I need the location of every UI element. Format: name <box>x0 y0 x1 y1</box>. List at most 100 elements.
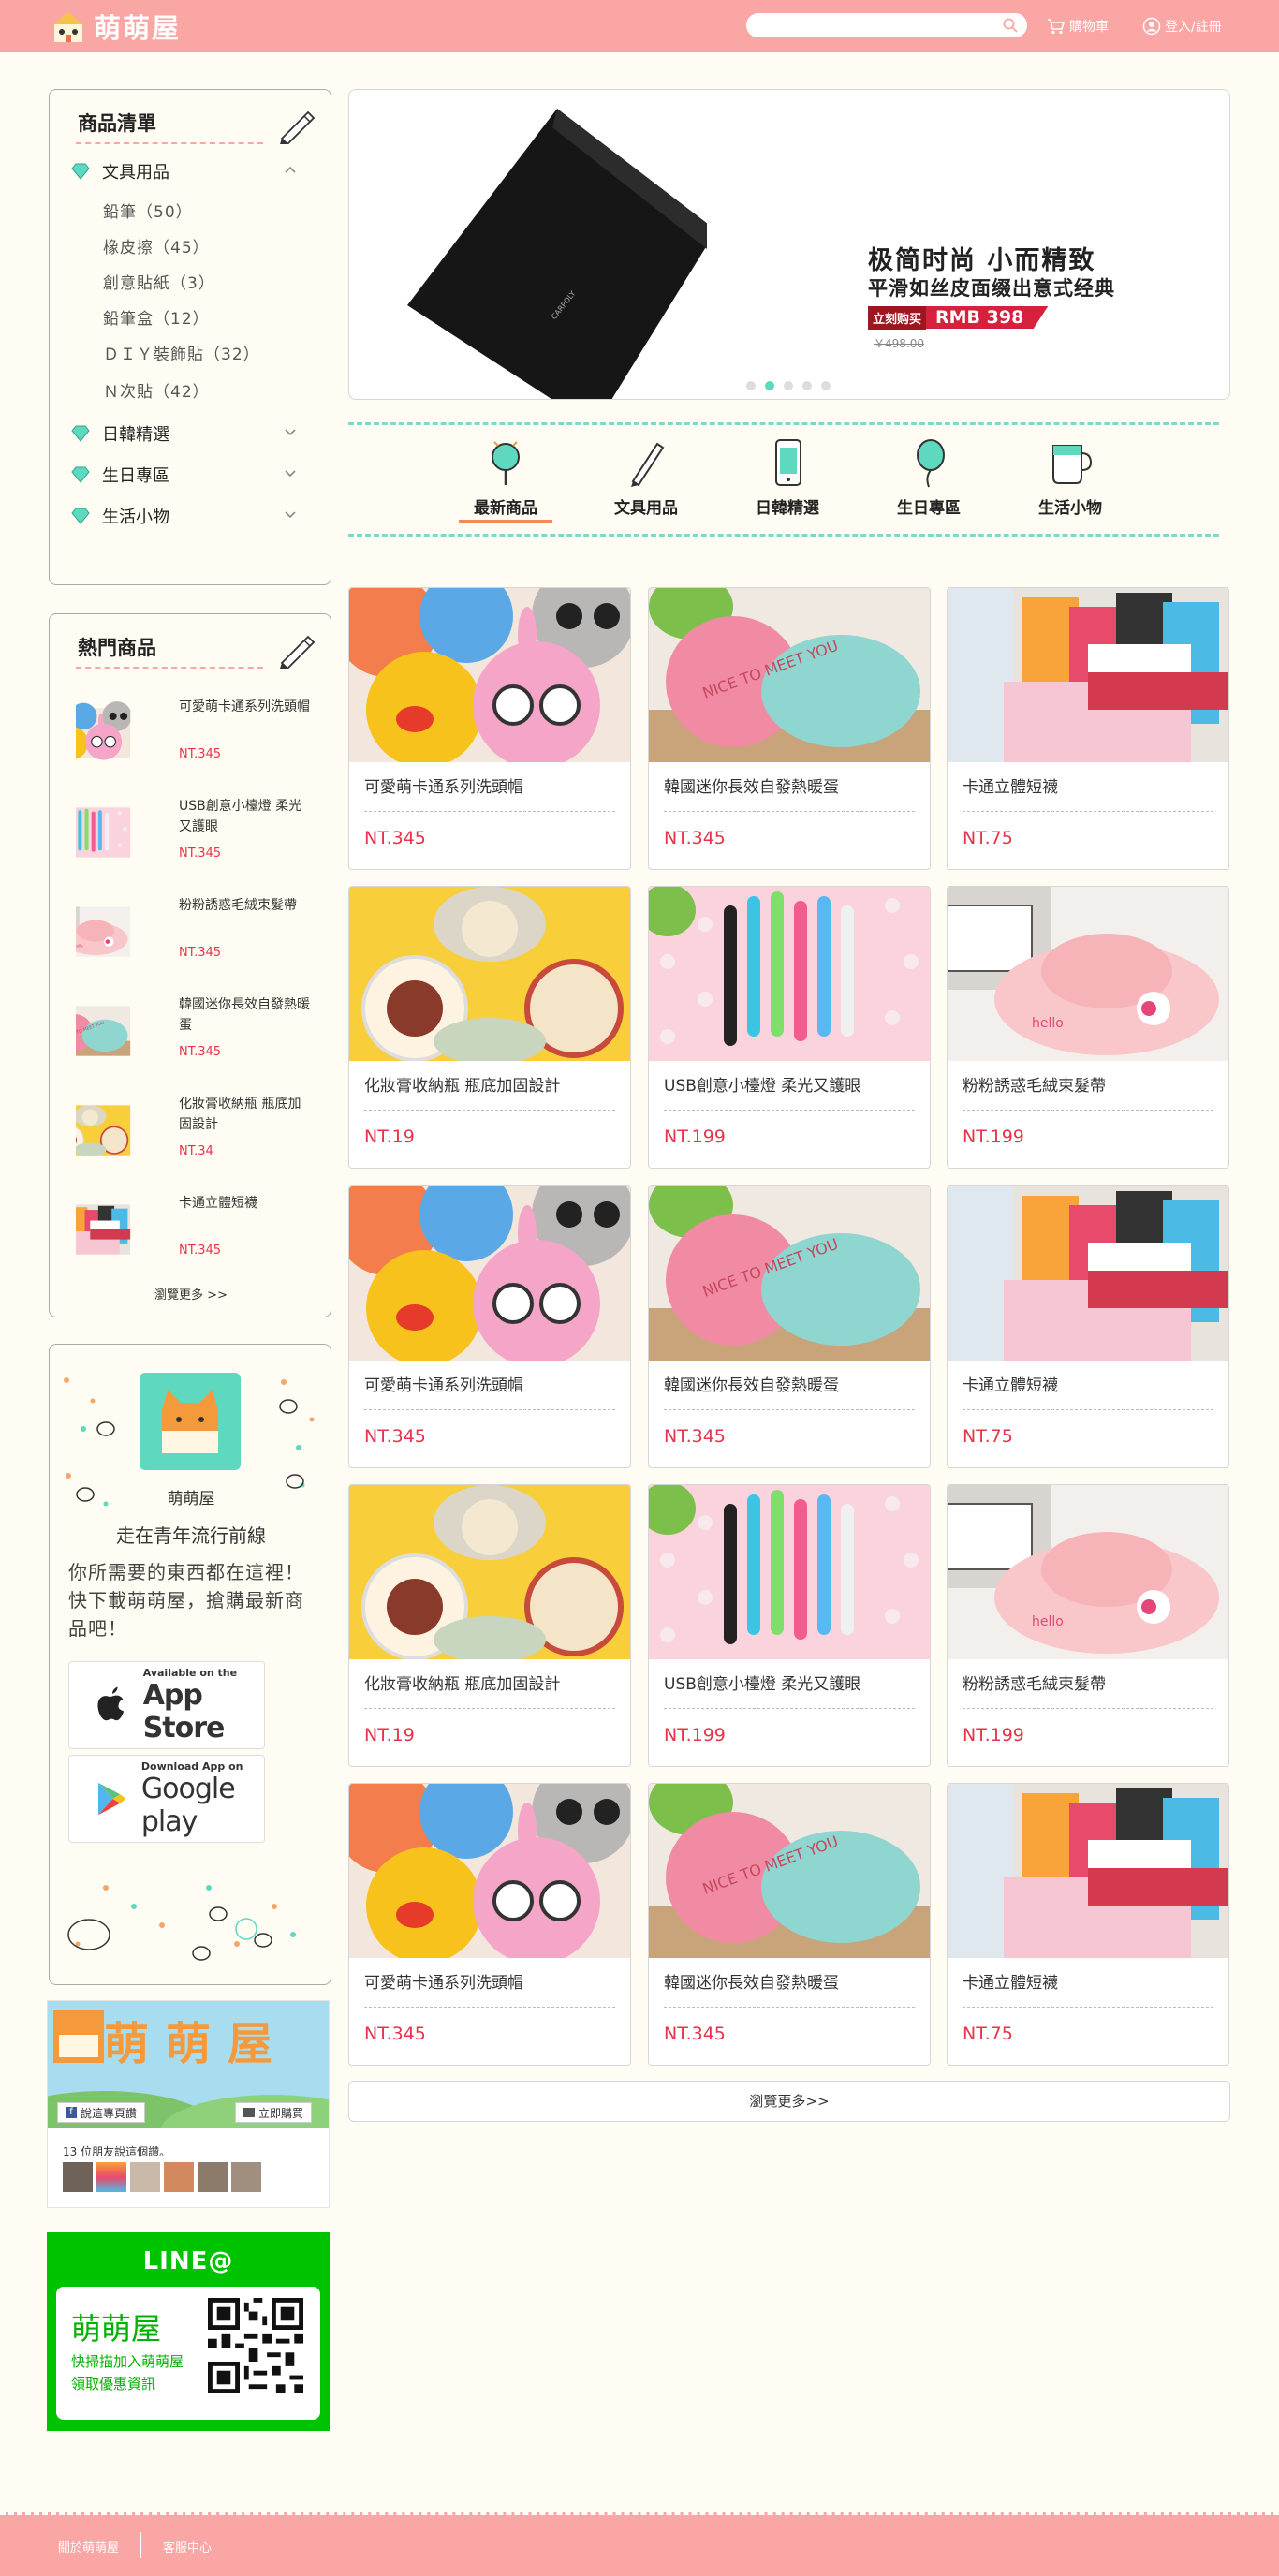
category-daily-goods[interactable]: 生活小物 <box>70 504 314 528</box>
subcategory-item[interactable]: 創意貼紙（3） <box>103 270 215 293</box>
product-image[interactable] <box>948 588 1228 762</box>
category-birthday[interactable]: 生日專區 <box>70 463 314 487</box>
line-qr-widget[interactable]: LINE@ 萌萌屋 快掃描加入萌萌屋領取優惠資訊 <box>47 2232 330 2431</box>
avatar[interactable] <box>130 2162 160 2192</box>
product-card[interactable]: 可愛萌卡通系列洗頭帽 NT.345 <box>348 1185 631 1468</box>
search-input[interactable] <box>746 13 1027 37</box>
product-image[interactable] <box>649 1485 930 1659</box>
product-image[interactable] <box>349 1186 630 1361</box>
product-image[interactable] <box>649 887 930 1061</box>
product-thumbnail[interactable] <box>76 792 156 873</box>
product-card[interactable]: 可愛萌卡通系列洗頭帽 NT.345 <box>348 587 631 870</box>
product-thumbnail[interactable] <box>76 1189 156 1270</box>
facebook-like-button[interactable]: f 說這專頁讚 <box>57 2102 146 2123</box>
product-name[interactable]: 卡通立體短襪 <box>963 1372 1058 1395</box>
hot-item-name[interactable]: 粉粉誘惑毛絨束髮帶 <box>179 895 310 916</box>
footer-service-link[interactable]: 客服中心 <box>163 2538 212 2555</box>
product-name[interactable]: 韓國迷你長效自發熱暖蛋 <box>664 773 839 797</box>
product-name[interactable]: 卡通立體短襪 <box>963 773 1058 797</box>
carousel-dot[interactable] <box>746 381 756 390</box>
chevron-down-icon[interactable] <box>284 468 297 478</box>
chevron-up-icon[interactable] <box>284 165 297 174</box>
product-thumbnail[interactable] <box>76 991 156 1071</box>
subcategory-item[interactable]: ＤＩＹ裝飾貼（32） <box>103 341 260 364</box>
avatar[interactable] <box>198 2162 228 2192</box>
footer-about-link[interactable]: 關於萌萌屋 <box>58 2538 119 2555</box>
product-name[interactable]: 韓國迷你長效自發熱暖蛋 <box>664 1372 839 1395</box>
carousel-dot[interactable] <box>784 381 793 390</box>
nav-stationery[interactable]: 文具用品 <box>599 436 693 518</box>
qr-code-icon[interactable] <box>208 2298 303 2393</box>
carousel-dot-active[interactable] <box>765 381 774 390</box>
product-image[interactable] <box>349 887 630 1061</box>
avatar[interactable] <box>164 2162 194 2192</box>
category-stationery[interactable]: 文具用品 <box>70 159 314 184</box>
product-image[interactable] <box>948 1485 1228 1659</box>
login-link[interactable]: 登入/註冊 <box>1142 15 1222 37</box>
product-image[interactable] <box>349 588 630 762</box>
avatar[interactable] <box>63 2162 93 2192</box>
category-japan-korea[interactable]: 日韓精選 <box>70 421 314 446</box>
product-image[interactable] <box>948 1784 1228 1958</box>
product-name[interactable]: USB創意小檯燈 柔光又護眼 <box>664 1072 860 1096</box>
chevron-down-icon[interactable] <box>284 509 297 519</box>
product-card[interactable]: 粉粉誘惑毛絨束髮帶 NT.199 <box>947 1484 1229 1767</box>
product-image[interactable] <box>349 1784 630 1958</box>
product-card[interactable]: USB創意小檯燈 柔光又護眼 NT.199 <box>648 1484 931 1767</box>
banner-buy-button[interactable]: 立刻购买 RMB 398 <box>868 305 1055 330</box>
product-name[interactable]: 韓國迷你長效自發熱暖蛋 <box>664 1969 839 1993</box>
hot-item-name[interactable]: 韓國迷你長效自發熱暖蛋 <box>179 994 310 1036</box>
product-name[interactable]: 化妝膏收納瓶 瓶底加固設計 <box>364 1671 560 1694</box>
browse-more-button[interactable]: 瀏覽更多>> <box>348 2081 1230 2122</box>
promo-banner[interactable]: CARPOLY 极简时尚 小而精致 平滑如丝皮面缀出意式经典 立刻购买 RMB … <box>348 89 1230 400</box>
subcategory-item[interactable]: 橡皮擦（45） <box>103 234 210 258</box>
carousel-dot[interactable] <box>802 381 812 390</box>
product-image[interactable] <box>649 1784 930 1958</box>
product-name[interactable]: 可愛萌卡通系列洗頭帽 <box>364 1969 523 1993</box>
product-card[interactable]: 韓國迷你長效自發熱暖蛋 NT.345 <box>648 1185 931 1468</box>
hot-item[interactable]: 可愛萌卡通系列洗頭帽 NT.345 <box>76 693 310 781</box>
google-play-button[interactable]: Download App on Google play <box>68 1755 265 1843</box>
hot-item-name[interactable]: 可愛萌卡通系列洗頭帽 <box>179 697 310 717</box>
hot-item[interactable]: USB創意小檯燈 柔光又護眼 NT.345 <box>76 792 310 880</box>
product-image[interactable] <box>948 1186 1228 1361</box>
product-name[interactable]: USB創意小檯燈 柔光又護眼 <box>664 1671 860 1694</box>
product-card[interactable]: 化妝膏收納瓶 瓶底加固設計 NT.19 <box>348 1484 631 1767</box>
hot-item-name[interactable]: 化妝膏收納瓶 瓶底加固設計 <box>179 1094 310 1135</box>
app-store-button[interactable]: Available on the App Store <box>68 1661 265 1749</box>
site-logo[interactable]: 萌萌屋 <box>49 6 181 47</box>
product-name[interactable]: 化妝膏收納瓶 瓶底加固設計 <box>364 1072 560 1096</box>
product-name[interactable]: 可愛萌卡通系列洗頭帽 <box>364 1372 523 1395</box>
chevron-down-icon[interactable] <box>284 427 297 436</box>
product-card[interactable]: USB創意小檯燈 柔光又護眼 NT.199 <box>648 886 931 1169</box>
hot-item-name[interactable]: USB創意小檯燈 柔光又護眼 <box>179 796 310 837</box>
nav-japan-korea[interactable]: 日韓精選 <box>741 436 834 518</box>
product-card[interactable]: 韓國迷你長效自發熱暖蛋 NT.345 <box>648 1783 931 2066</box>
subcategory-item[interactable]: 鉛筆（50） <box>103 199 193 222</box>
product-image[interactable] <box>948 887 1228 1061</box>
product-name[interactable]: 可愛萌卡通系列洗頭帽 <box>364 773 523 797</box>
avatar[interactable] <box>96 2162 126 2192</box>
product-thumbnail[interactable] <box>76 1090 156 1170</box>
product-image[interactable] <box>349 1485 630 1659</box>
hot-item[interactable]: 卡通立體短襪 NT.345 <box>76 1189 310 1277</box>
product-thumbnail[interactable] <box>76 693 156 773</box>
product-card[interactable]: 可愛萌卡通系列洗頭帽 NT.345 <box>348 1783 631 2066</box>
facebook-shop-button[interactable]: 立即購買 <box>235 2102 313 2123</box>
product-thumbnail[interactable] <box>76 891 156 972</box>
hot-item-name[interactable]: 卡通立體短襪 <box>179 1193 310 1214</box>
product-card[interactable]: 卡通立體短襪 NT.75 <box>947 1185 1229 1468</box>
hot-item[interactable]: 化妝膏收納瓶 瓶底加固設計 NT.34 <box>76 1090 310 1178</box>
product-card[interactable]: 卡通立體短襪 NT.75 <box>947 587 1229 870</box>
product-card[interactable]: 化妝膏收納瓶 瓶底加固設計 NT.19 <box>348 886 631 1169</box>
nav-newest[interactable]: 最新商品 <box>459 436 552 523</box>
subcategory-item[interactable]: 鉛筆盒（12） <box>103 305 210 329</box>
nav-daily-goods[interactable]: 生活小物 <box>1023 436 1117 518</box>
cart-link[interactable]: 購物車 <box>1047 15 1109 37</box>
avatar[interactable] <box>231 2162 261 2192</box>
product-card[interactable]: 卡通立體短襪 NT.75 <box>947 1783 1229 2066</box>
product-name[interactable]: 粉粉誘惑毛絨束髮帶 <box>963 1671 1106 1694</box>
carousel-dot[interactable] <box>821 381 831 390</box>
product-image[interactable] <box>649 1186 930 1361</box>
search-icon[interactable] <box>1003 18 1018 33</box>
